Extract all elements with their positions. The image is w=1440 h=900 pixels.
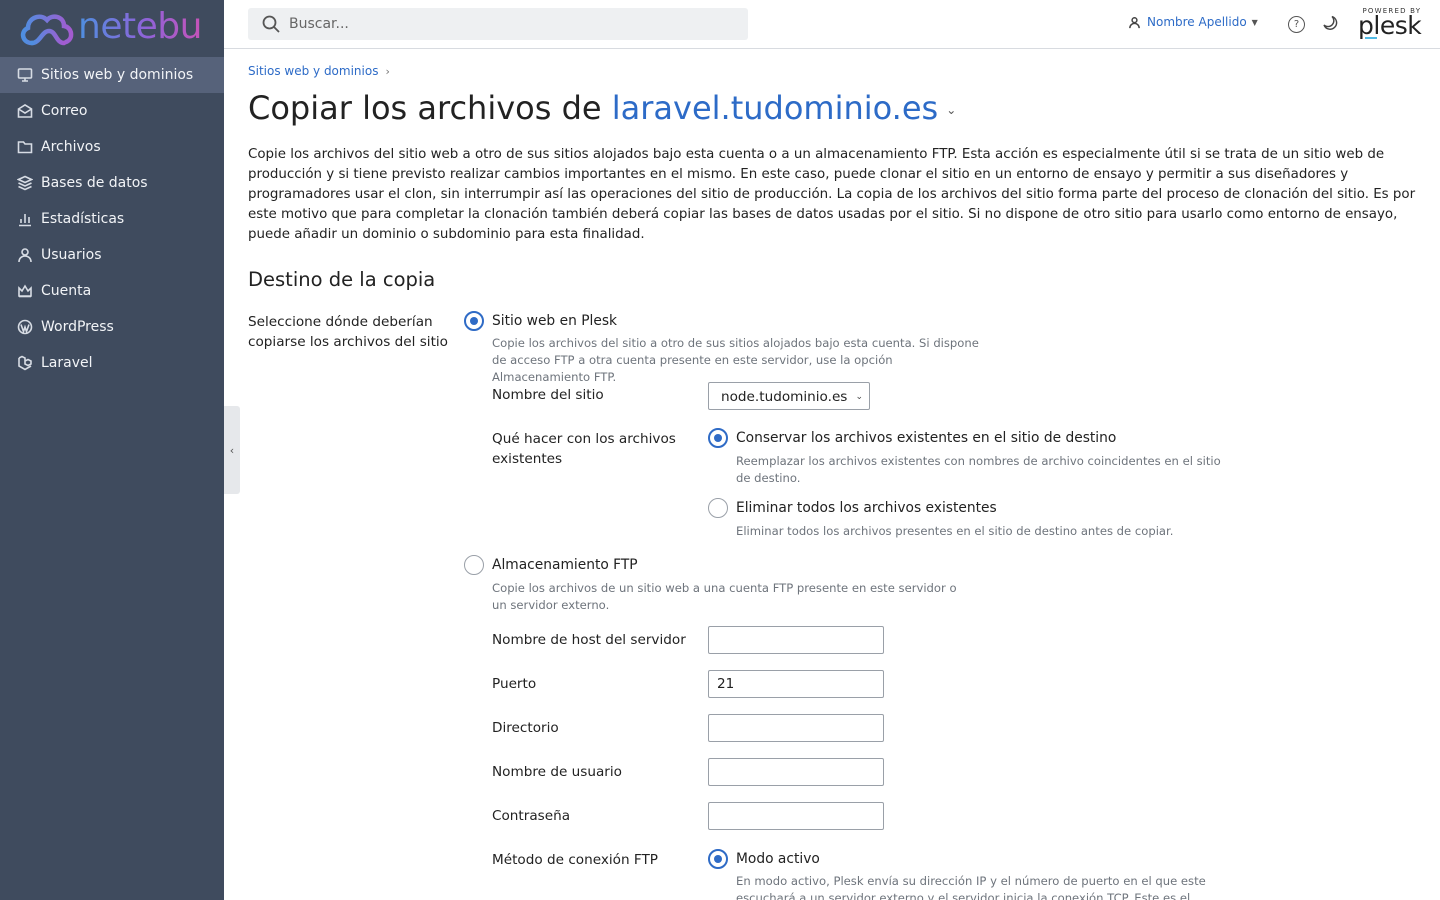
sidebar-item-label: Archivos bbox=[41, 139, 101, 155]
site-name-label: Nombre del sitio bbox=[492, 387, 604, 403]
chevron-down-icon[interactable]: ⌄ bbox=[946, 103, 956, 117]
username-input[interactable] bbox=[708, 758, 884, 786]
site-name-select[interactable]: node.tudominio.es ⌄ bbox=[708, 382, 870, 410]
logo-text: netebu bbox=[78, 6, 202, 47]
sidebar-item-mail[interactable]: Correo bbox=[0, 93, 224, 129]
laravel-icon bbox=[16, 354, 34, 372]
radio-active-mode[interactable] bbox=[708, 849, 728, 869]
topbar: Nombre Apellido ▼ ? POWERED BY plesk bbox=[224, 0, 1440, 49]
ftp-method-label: Método de conexión FTP bbox=[492, 852, 659, 868]
folder-icon bbox=[16, 138, 34, 156]
brand-logo[interactable]: netebu bbox=[0, 0, 224, 57]
sidebar: netebu Sitios web y dominios Correo Arch… bbox=[0, 0, 224, 900]
delete-files-hint: Eliminar todos los archivos presentes en… bbox=[736, 524, 1174, 538]
mail-icon bbox=[16, 102, 34, 120]
radio-plesk-website-label[interactable]: Sitio web en Plesk bbox=[492, 313, 617, 329]
bar-chart-icon bbox=[16, 210, 34, 228]
port-label: Puerto bbox=[492, 676, 537, 692]
sidebar-item-databases[interactable]: Bases de datos bbox=[0, 165, 224, 201]
directory-input[interactable] bbox=[708, 714, 884, 742]
search-icon bbox=[262, 15, 280, 33]
chevron-left-icon: ‹ bbox=[229, 443, 235, 457]
sidebar-item-websites-domains[interactable]: Sitios web y dominios bbox=[0, 57, 224, 93]
search-bar bbox=[248, 8, 748, 40]
plesk-brand: plesk bbox=[1358, 11, 1422, 40]
page-title: Copiar los archivos de laravel.tudominio… bbox=[248, 89, 956, 127]
sidebar-item-label: Estadísticas bbox=[41, 211, 125, 227]
sidebar-item-wordpress[interactable]: WordPress bbox=[0, 309, 224, 345]
plesk-option-hint: Copie los archivos del sitio a otro de s… bbox=[492, 336, 979, 384]
search-input[interactable] bbox=[289, 16, 689, 32]
monitor-icon bbox=[16, 66, 34, 84]
password-input[interactable] bbox=[708, 802, 884, 830]
database-icon bbox=[16, 174, 34, 192]
crown-icon bbox=[16, 282, 34, 300]
user-icon bbox=[1129, 16, 1140, 28]
radio-ftp-storage[interactable] bbox=[464, 555, 484, 575]
sidebar-item-files[interactable]: Archivos bbox=[0, 129, 224, 165]
sidebar-item-label: Cuenta bbox=[41, 283, 92, 299]
plesk-underline bbox=[1365, 37, 1378, 39]
sidebar-collapse-handle[interactable]: ‹ bbox=[224, 406, 240, 494]
sidebar-item-laravel[interactable]: Laravel bbox=[0, 345, 224, 381]
sidebar-item-users[interactable]: Usuarios bbox=[0, 237, 224, 273]
ftp-option-hint: Copie los archivos de un sitio web a una… bbox=[492, 581, 957, 612]
radio-keep-files-label[interactable]: Conservar los archivos existentes en el … bbox=[736, 430, 1116, 446]
sidebar-item-label: Sitios web y dominios bbox=[41, 67, 194, 83]
sidebar-item-label: Usuarios bbox=[41, 247, 102, 263]
cloud-logo-icon bbox=[20, 13, 74, 45]
user-name: Nombre Apellido bbox=[1147, 15, 1247, 29]
radio-active-mode-label[interactable]: Modo activo bbox=[736, 851, 820, 867]
keep-files-hint: Reemplazar los archivos existentes con n… bbox=[736, 454, 1221, 485]
site-name-value: node.tudominio.es bbox=[721, 389, 848, 405]
breadcrumb-link-websites[interactable]: Sitios web y dominios bbox=[248, 64, 378, 78]
sidebar-item-label: WordPress bbox=[41, 319, 114, 335]
password-label: Contraseña bbox=[492, 808, 571, 824]
radio-delete-files-label[interactable]: Eliminar todos los archivos existentes bbox=[736, 500, 997, 516]
chevron-down-icon: ⌄ bbox=[855, 392, 863, 402]
active-mode-hint: En modo activo, Plesk envía su dirección… bbox=[736, 874, 1206, 900]
radio-ftp-storage-label[interactable]: Almacenamiento FTP bbox=[492, 557, 638, 573]
host-input[interactable] bbox=[708, 626, 884, 654]
intro-text: Copie los archivos del sitio web a otro … bbox=[248, 147, 1416, 242]
sidebar-nav: Sitios web y dominios Correo Archivos Ba… bbox=[0, 57, 224, 381]
help-icon[interactable]: ? bbox=[1288, 16, 1305, 33]
port-input[interactable] bbox=[708, 670, 884, 698]
sidebar-item-statistics[interactable]: Estadísticas bbox=[0, 201, 224, 237]
existing-files-label: Qué hacer con los archivos existentes bbox=[492, 431, 676, 467]
chevron-down-icon: ▼ bbox=[1251, 17, 1258, 27]
radio-delete-files[interactable] bbox=[708, 498, 728, 518]
page-title-domain[interactable]: laravel.tudominio.es bbox=[612, 89, 938, 127]
plesk-logo: POWERED BY plesk bbox=[1358, 7, 1422, 40]
user-icon bbox=[16, 246, 34, 264]
section-title: Destino de la copia bbox=[248, 268, 436, 291]
username-label: Nombre de usuario bbox=[492, 764, 622, 780]
radio-plesk-website[interactable] bbox=[464, 311, 484, 331]
radio-keep-files[interactable] bbox=[708, 428, 728, 448]
page-title-prefix: Copiar los archivos de bbox=[248, 89, 612, 127]
user-menu[interactable]: Nombre Apellido ▼ bbox=[1128, 15, 1258, 29]
host-label: Nombre de host del servidor bbox=[492, 632, 686, 648]
moon-icon[interactable] bbox=[1322, 15, 1338, 31]
sidebar-item-label: Bases de datos bbox=[41, 175, 148, 191]
directory-label: Directorio bbox=[492, 720, 559, 736]
breadcrumb: Sitios web y dominios › bbox=[248, 64, 390, 78]
sidebar-item-account[interactable]: Cuenta bbox=[0, 273, 224, 309]
chevron-right-icon: › bbox=[385, 64, 390, 78]
wordpress-icon bbox=[16, 318, 34, 336]
destination-label: Seleccione dónde deberían copiarse los a… bbox=[248, 314, 449, 350]
sidebar-item-label: Correo bbox=[41, 103, 88, 119]
sidebar-item-label: Laravel bbox=[41, 355, 93, 371]
